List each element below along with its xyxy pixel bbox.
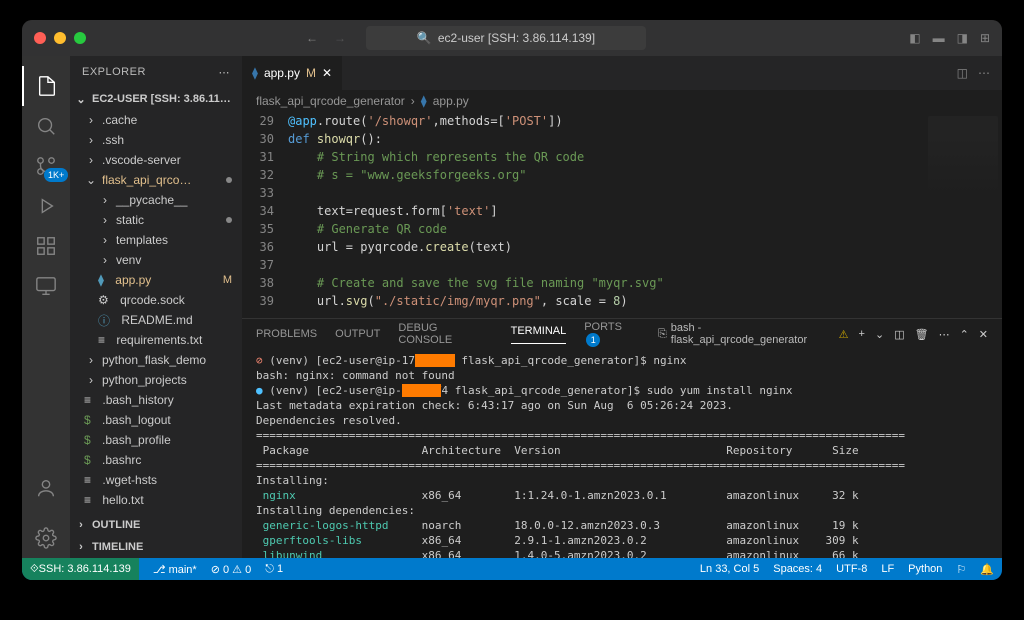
explorer-sidebar: EXPLORER ⋯ ⌄EC2-USER [SSH: 3.86.11… ›.ca… bbox=[70, 56, 242, 558]
terminal-title: bash - flask_api_qrcode_generator bbox=[671, 322, 835, 346]
tab-debug-console[interactable]: DEBUG CONSOLE bbox=[398, 322, 492, 346]
workspace-header[interactable]: ⌄EC2-USER [SSH: 3.86.11… bbox=[70, 88, 242, 110]
minimap[interactable] bbox=[928, 116, 998, 196]
notifications-icon[interactable]: 🔔 bbox=[980, 563, 994, 576]
cursor-position-status[interactable]: Ln 33, Col 5 bbox=[700, 563, 759, 575]
tab-label: app.py bbox=[264, 66, 300, 80]
outline-section[interactable]: ›OUTLINE bbox=[70, 514, 242, 536]
feedback-icon[interactable]: ⚐ bbox=[956, 563, 966, 576]
search-label: ec2-user [SSH: 3.86.114.139] bbox=[438, 31, 595, 45]
folder-cache[interactable]: ›.cache bbox=[70, 110, 242, 130]
file-hello-txt[interactable]: ≡ hello.txt bbox=[70, 490, 242, 510]
titlebar: ← → 🔍 ec2-user [SSH: 3.86.114.139] ◧ ▬ ◨… bbox=[22, 20, 1002, 56]
scm-badge: 1K+ bbox=[44, 168, 68, 182]
settings-gear-icon[interactable] bbox=[22, 518, 70, 558]
file-readme-md[interactable]: ⓘ README.md bbox=[70, 310, 242, 330]
git-branch-status[interactable]: ⎇ main* bbox=[153, 563, 197, 576]
split-terminal-icon[interactable]: ◫ bbox=[894, 328, 904, 341]
run-debug-view-icon[interactable] bbox=[22, 186, 70, 226]
file-qrcode-sock[interactable]: ⚙ qrcode.sock bbox=[70, 290, 242, 310]
file-bash-history[interactable]: ≡ .bash_history bbox=[70, 390, 242, 410]
modified-dot-icon bbox=[226, 177, 232, 183]
tab-problems[interactable]: PROBLEMS bbox=[256, 328, 317, 340]
breadcrumb[interactable]: flask_api_qrcode_generator› ⧫ app.py bbox=[242, 90, 1002, 112]
tab-app-py[interactable]: ⧫ app.py M ✕ bbox=[242, 56, 343, 90]
tab-ports[interactable]: PORTS 1 bbox=[584, 321, 640, 347]
split-editor-icon[interactable]: ◫ bbox=[957, 66, 968, 80]
folder-venv[interactable]: ›venv bbox=[70, 250, 242, 270]
close-panel-icon[interactable]: ✕ bbox=[979, 328, 988, 341]
python-file-icon: ⧫ bbox=[421, 94, 427, 108]
accounts-icon[interactable] bbox=[22, 468, 70, 508]
status-bar: ⟐ SSH: 3.86.114.139 ⎇ main* ⊘ 0 ⚠ 0 ⎋ 1 … bbox=[22, 558, 1002, 580]
folder-pycache[interactable]: ›__pycache__ bbox=[70, 190, 242, 210]
line-number-gutter: 2930313233343536373839 bbox=[242, 112, 288, 318]
timeline-section[interactable]: ›TIMELINE bbox=[70, 536, 242, 558]
file-wget-hsts[interactable]: ≡ .wget-hsts bbox=[70, 470, 242, 490]
customize-layout-icon[interactable]: ⊞ bbox=[980, 31, 990, 45]
folder-vscode-server[interactable]: ›.vscode-server bbox=[70, 150, 242, 170]
new-terminal-icon[interactable]: + bbox=[859, 328, 865, 340]
python-file-icon: ⧫ bbox=[252, 66, 258, 80]
search-view-icon[interactable] bbox=[22, 106, 70, 146]
toggle-panel-right-icon[interactable]: ◨ bbox=[957, 31, 968, 45]
encoding-status[interactable]: UTF-8 bbox=[836, 563, 867, 575]
search-icon: 🔍 bbox=[417, 31, 432, 45]
warning-icon: ⚠ bbox=[839, 328, 849, 341]
language-mode-status[interactable]: Python bbox=[908, 563, 942, 575]
folder-python-projects[interactable]: ›python_projects bbox=[70, 370, 242, 390]
git-modified-badge: M bbox=[223, 274, 232, 286]
close-window-button[interactable] bbox=[34, 32, 46, 44]
problems-status[interactable]: ⊘ 0 ⚠ 0 bbox=[211, 563, 252, 576]
nav-forward-icon[interactable]: → bbox=[334, 31, 346, 45]
folder-flask-api[interactable]: ⌄flask_api_qrco… bbox=[70, 170, 242, 190]
close-tab-icon[interactable]: ✕ bbox=[322, 66, 332, 80]
file-bash-profile[interactable]: $ .bash_profile bbox=[70, 430, 242, 450]
sidebar-title: EXPLORER bbox=[82, 66, 146, 78]
remote-ssh-status[interactable]: ⟐ SSH: 3.86.114.139 bbox=[22, 558, 139, 580]
sidebar-more-icon[interactable]: ⋯ bbox=[219, 66, 231, 79]
code-editor[interactable]: 2930313233343536373839 @app.route('/show… bbox=[242, 112, 1002, 318]
command-center[interactable]: 🔍 ec2-user [SSH: 3.86.114.139] bbox=[366, 26, 646, 50]
editor-tabs: ⧫ app.py M ✕ ◫ ⋯ bbox=[242, 56, 1002, 90]
tab-terminal[interactable]: TERMINAL bbox=[511, 325, 567, 344]
bash-icon: ⎘ bbox=[658, 328, 667, 341]
folder-templates[interactable]: ›templates bbox=[70, 230, 242, 250]
toggle-panel-left-icon[interactable]: ◧ bbox=[909, 31, 920, 45]
file-tree: ›.cache ›.ssh ›.vscode-server ⌄flask_api… bbox=[70, 110, 242, 514]
explorer-view-icon[interactable] bbox=[22, 66, 70, 106]
remote-explorer-icon[interactable] bbox=[22, 266, 70, 306]
panel-more-icon[interactable]: ⋯ bbox=[939, 328, 950, 341]
minimize-window-button[interactable] bbox=[54, 32, 66, 44]
file-bash-logout[interactable]: $ .bash_logout bbox=[70, 410, 242, 430]
nav-back-icon[interactable]: ← bbox=[306, 31, 318, 45]
folder-ssh[interactable]: ›.ssh bbox=[70, 130, 242, 150]
activity-bar: 1K+ bbox=[22, 56, 70, 558]
kill-terminal-icon[interactable]: 🗑 bbox=[915, 328, 929, 341]
folder-static[interactable]: ›static bbox=[70, 210, 242, 230]
maximize-window-button[interactable] bbox=[74, 32, 86, 44]
tab-modified-badge: M bbox=[306, 66, 316, 80]
toggle-panel-bottom-icon[interactable]: ▬ bbox=[933, 31, 945, 45]
terminal-content[interactable]: ⊘ (venv) [ec2-user@ip-17REDACT flask_api… bbox=[242, 349, 1002, 558]
folder-python-flask-demo[interactable]: ›python_flask_demo bbox=[70, 350, 242, 370]
file-requirements-txt[interactable]: ≡ requirements.txt bbox=[70, 330, 242, 350]
extensions-view-icon[interactable] bbox=[22, 226, 70, 266]
editor-more-icon[interactable]: ⋯ bbox=[978, 66, 990, 80]
source-control-view-icon[interactable]: 1K+ bbox=[22, 146, 70, 186]
ports-status[interactable]: ⎋ 1 bbox=[265, 563, 283, 576]
file-bashrc[interactable]: $ .bashrc bbox=[70, 450, 242, 470]
maximize-panel-icon[interactable]: ⌃ bbox=[960, 328, 969, 341]
ports-count-badge: 1 bbox=[586, 333, 600, 347]
bottom-panel: PROBLEMS OUTPUT DEBUG CONSOLE TERMINAL P… bbox=[242, 318, 1002, 558]
tab-output[interactable]: OUTPUT bbox=[335, 328, 380, 340]
eol-status[interactable]: LF bbox=[881, 563, 894, 575]
indentation-status[interactable]: Spaces: 4 bbox=[773, 563, 822, 575]
modified-dot-icon bbox=[226, 217, 232, 223]
terminal-dropdown-icon[interactable]: ⌄ bbox=[875, 328, 884, 341]
workspace-name: EC2-USER [SSH: 3.86.11… bbox=[92, 93, 231, 105]
file-app-py[interactable]: ⧫ app.pyM bbox=[70, 270, 242, 290]
